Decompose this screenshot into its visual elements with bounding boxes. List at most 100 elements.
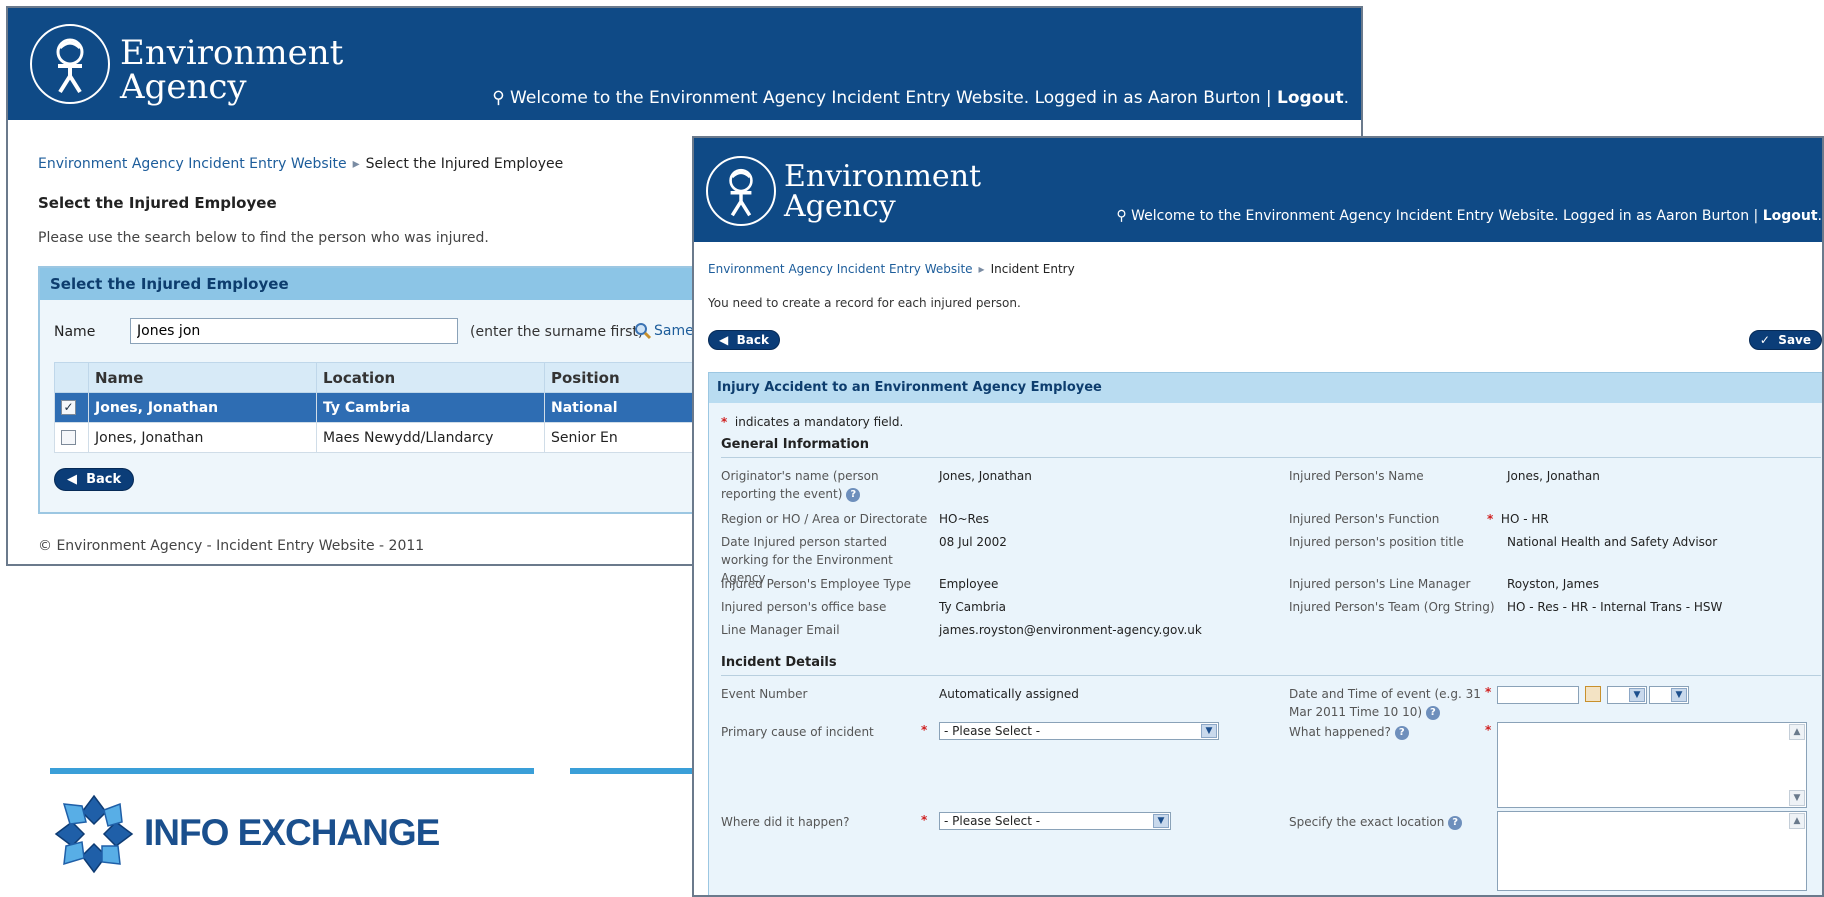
name-search-input[interactable] [130, 318, 458, 344]
originator-label: Originator's name (person reporting the … [721, 467, 921, 503]
line-manager-value: Royston, James [1507, 577, 1599, 591]
event-minute-select[interactable]: ▼ [1649, 686, 1689, 704]
user-icon: ⚲ [1116, 208, 1132, 224]
scroll-down-icon[interactable]: ▼ [1789, 790, 1805, 806]
mandatory-asterisk-icon: * [721, 415, 728, 429]
event-number-value: Automatically assigned [939, 687, 1079, 701]
environment-agency-logo-icon [30, 24, 110, 104]
event-hour-select[interactable]: ▼ [1607, 686, 1647, 704]
event-date-input[interactable] [1497, 686, 1579, 704]
logout-link[interactable]: Logout [1763, 208, 1818, 224]
incident-details-heading: Incident Details [721, 655, 837, 670]
scroll-up-icon[interactable]: ▲ [1789, 724, 1805, 740]
info-exchange-wordmark: INFO EXCHANGE [144, 812, 440, 853]
mandatory-asterisk-icon: * [1485, 723, 1492, 737]
surname-hint: (enter the surname first) [470, 324, 644, 340]
datetime-label: Date and Time of event (e.g. 31 Mar 2011… [1289, 685, 1489, 721]
section-divider [721, 457, 1821, 458]
name-label: Name [54, 324, 96, 340]
region-value: HO~Res [939, 512, 989, 526]
brand-line2: Agency [120, 67, 247, 107]
employee-type-value: Employee [939, 577, 999, 591]
exact-location-label-text: Specify the exact location [1289, 815, 1445, 829]
site-header: Environment Agency ⚲ Welcome to the Envi… [8, 8, 1361, 120]
position-title-label: Injured person's position title [1289, 535, 1464, 549]
injured-name-label: Injured Person's Name [1289, 469, 1424, 483]
accent-bar [570, 768, 700, 774]
welcome-message: ⚲ Welcome to the Environment Agency Inci… [1116, 208, 1822, 224]
scroll-up-icon[interactable]: ▲ [1789, 813, 1805, 829]
column-header-location: Location [316, 362, 545, 393]
primary-cause-select[interactable]: - Please Select - ▼ [939, 722, 1219, 740]
calendar-icon[interactable] [1585, 686, 1601, 702]
back-button[interactable]: ◀ Back [54, 468, 135, 491]
office-base-value: Ty Cambria [939, 600, 1007, 614]
mandatory-asterisk-icon: * [1485, 685, 1492, 699]
breadcrumb-home-link[interactable]: Environment Agency Incident Entry Websit… [708, 262, 973, 276]
chevron-down-icon: ▼ [1671, 688, 1687, 702]
function-value: * HO - HR [1487, 510, 1549, 528]
brand-line2: Agency [784, 189, 896, 224]
general-information-heading: General Information [721, 437, 869, 452]
row-checkbox-cell [54, 422, 89, 453]
logout-suffix: . [1817, 208, 1822, 224]
logout-link[interactable]: Logout [1277, 88, 1344, 108]
save-button[interactable]: ✓ Save [1748, 330, 1822, 350]
row-checkbox-checked[interactable]: ✓ [61, 400, 76, 415]
where-selected: - Please Select - [944, 814, 1041, 828]
team-value: HO - Res - HR - Internal Trans - HSW [1507, 600, 1723, 614]
footer-copyright: © Environment Agency - Incident Entry We… [38, 538, 425, 554]
primary-cause-label: Primary cause of incident [721, 725, 874, 739]
user-icon: ⚲ [492, 88, 511, 108]
datetime-label-text: Date and Time of event (e.g. 31 Mar 2011… [1289, 687, 1481, 719]
mandatory-note: indicates a mandatory field. [734, 415, 904, 429]
welcome-message: ⚲ Welcome to the Environment Agency Inci… [492, 88, 1349, 108]
originator-value: Jones, Jonathan [939, 469, 1032, 483]
search-icon[interactable] [634, 322, 652, 340]
record-note: You need to create a record for each inj… [708, 296, 1021, 310]
breadcrumb: Environment Agency Incident Entry Websit… [38, 156, 563, 172]
brand-line1: Environment [120, 33, 344, 73]
info-exchange-logo-icon [54, 794, 134, 874]
brand-line1: Environment [784, 159, 982, 194]
cell-name: Jones, Jonathan [88, 422, 317, 453]
date-started-value: 08 Jul 2002 [939, 535, 1007, 549]
cell-location: Ty Cambria [316, 392, 545, 423]
help-icon[interactable]: ? [1448, 815, 1463, 830]
event-number-label: Event Number [721, 687, 808, 701]
mandatory-asterisk-icon: * [1487, 512, 1494, 526]
team-label: Injured Person's Team (Org String) [1289, 600, 1495, 614]
back-label: Back [86, 472, 122, 487]
cell-location: Maes Newydd/Llandarcy [316, 422, 545, 453]
logout-suffix: . [1343, 88, 1349, 108]
breadcrumb: Environment Agency Incident Entry Websit… [708, 262, 1075, 276]
row-checkbox[interactable] [61, 430, 76, 445]
injured-name-value: Jones, Jonathan [1507, 469, 1600, 483]
chevron-down-icon: ▼ [1629, 688, 1645, 702]
function-label: Injured Person's Function [1289, 512, 1440, 526]
cell-name: Jones, Jonathan [88, 392, 317, 423]
where-select[interactable]: - Please Select - ▼ [939, 812, 1171, 830]
back-arrow-icon: ◀ [67, 472, 77, 487]
back-arrow-icon: ◀ [719, 333, 729, 347]
help-icon[interactable]: ? [1425, 705, 1440, 720]
back-button[interactable]: ◀ Back [708, 330, 780, 350]
instructions: Please use the search below to find the … [38, 230, 489, 246]
chevron-down-icon: ▼ [1201, 724, 1217, 738]
incident-entry-window: Environment Agency ⚲ Welcome to the Envi… [692, 136, 1824, 897]
exact-location-textarea[interactable]: ▲ [1497, 811, 1807, 891]
save-label: Save [1778, 333, 1811, 347]
breadcrumb-separator-icon: ▸ [978, 262, 985, 276]
welcome-text: Welcome to the Environment Agency Incide… [510, 88, 1277, 108]
panel-title: Injury Accident to an Environment Agency… [709, 373, 1822, 403]
breadcrumb-current: Select the Injured Employee [365, 156, 564, 172]
help-icon[interactable]: ? [1394, 725, 1409, 740]
help-icon[interactable]: ? [846, 487, 861, 502]
what-happened-textarea[interactable]: ▲ ▼ [1497, 722, 1807, 808]
breadcrumb-home-link[interactable]: Environment Agency Incident Entry Websit… [38, 156, 347, 172]
incident-form-panel: Injury Accident to an Environment Agency… [708, 372, 1822, 895]
primary-cause-selected: - Please Select - [944, 724, 1041, 738]
checkmark-icon: ✓ [1759, 333, 1770, 347]
select-column-header [54, 362, 89, 393]
what-happened-label-text: What happened? [1289, 725, 1391, 739]
